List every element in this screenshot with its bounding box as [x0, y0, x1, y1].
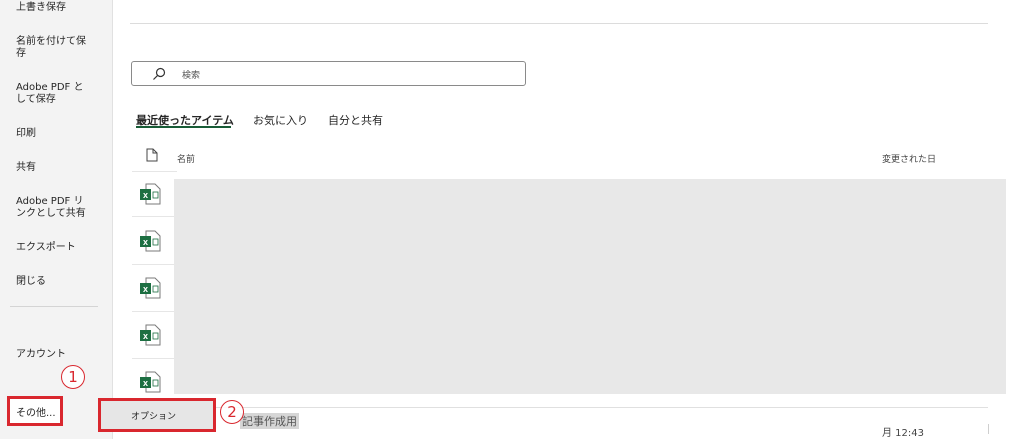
- column-header-modified[interactable]: 変更された日: [882, 152, 936, 165]
- sidebar-item-account[interactable]: アカウント: [16, 349, 102, 361]
- sidebar-item-print[interactable]: 印刷: [16, 128, 102, 140]
- sidebar-divider: [10, 306, 98, 307]
- svg-text:x: x: [143, 378, 148, 388]
- svg-text:x: x: [143, 190, 148, 200]
- modified-date: 月 12:43: [882, 428, 924, 439]
- sidebar-item-save[interactable]: 上書き保存: [16, 2, 102, 14]
- options-menu-item[interactable]: オプション: [98, 398, 216, 432]
- excel-file-icon[interactable]: x: [139, 277, 161, 299]
- excel-file-icon[interactable]: x: [139, 230, 161, 252]
- step-marker-1: 1: [61, 365, 85, 389]
- file-name-partial[interactable]: 記事作成用: [240, 413, 299, 429]
- excel-file-icon[interactable]: x: [139, 183, 161, 205]
- active-tab-indicator: [136, 126, 231, 128]
- svg-text:x: x: [143, 331, 148, 341]
- sidebar-item-save-as-pdf[interactable]: Adobe PDF として保存: [16, 82, 90, 106]
- step-marker-2: 2: [220, 400, 244, 424]
- excel-file-icon[interactable]: x: [139, 324, 161, 346]
- row-divider: [132, 264, 177, 265]
- sidebar-item-share-pdf-link[interactable]: Adobe PDF リンクとして共有: [16, 196, 92, 220]
- row-divider: [132, 358, 177, 359]
- svg-text:x: x: [143, 237, 148, 247]
- tab-favorites[interactable]: お気に入り: [253, 112, 308, 128]
- row-divider: [132, 311, 177, 312]
- search-icon: [153, 67, 166, 80]
- backstage-sidebar: 上書き保存 名前を付けて保存 Adobe PDF として保存 印刷 共有 Ado…: [0, 0, 113, 439]
- top-divider: [130, 23, 988, 24]
- search-placeholder: 検索: [182, 71, 201, 81]
- svg-text:x: x: [143, 284, 148, 294]
- sidebar-item-share[interactable]: 共有: [16, 162, 102, 174]
- column-edge: [988, 424, 989, 434]
- column-header-name[interactable]: 名前: [177, 152, 195, 165]
- excel-file-icon[interactable]: x: [139, 371, 161, 393]
- tab-shared-with-me[interactable]: 自分と共有: [328, 112, 383, 128]
- search-box[interactable]: 検索: [131, 61, 526, 86]
- row-divider: [132, 171, 177, 172]
- file-header-icon: [146, 148, 158, 162]
- sidebar-item-close[interactable]: 閉じる: [16, 276, 102, 288]
- sidebar-item-export[interactable]: エクスポート: [16, 242, 102, 254]
- more-button[interactable]: その他...: [7, 396, 63, 426]
- row-divider: [132, 216, 177, 217]
- sidebar-item-save-as[interactable]: 名前を付けて保存: [16, 36, 88, 60]
- redacted-file-list: [174, 179, 1006, 394]
